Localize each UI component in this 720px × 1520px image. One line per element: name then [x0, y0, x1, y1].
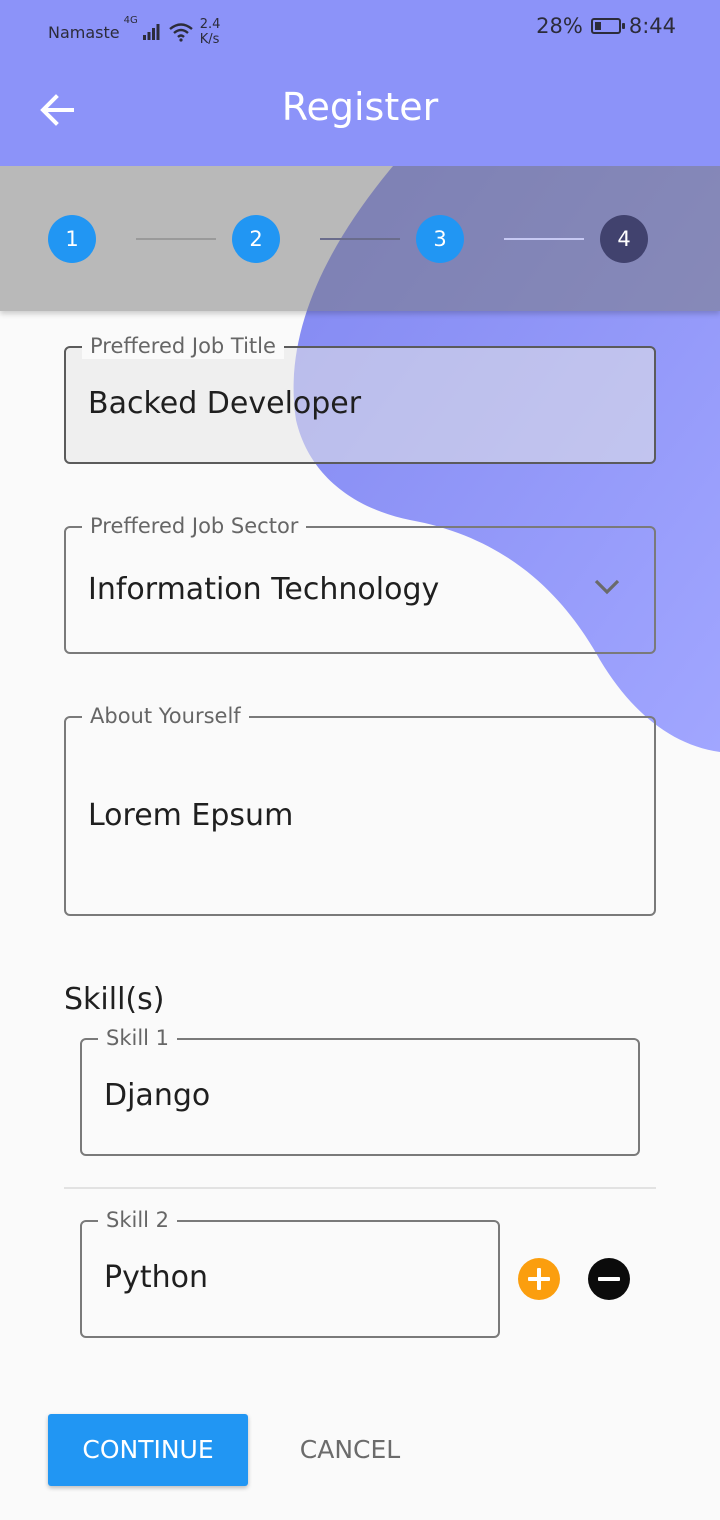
job-title-field[interactable]: Preffered Job Title Backed Developer: [64, 333, 656, 464]
clock: 8:44: [628, 14, 676, 38]
about-yourself-value: Lorem Epsum: [88, 798, 294, 833]
network-speed: 2.4 K/s: [200, 17, 221, 47]
status-left: Namaste 4G 2.4 K/s: [48, 15, 221, 47]
status-bar: Namaste 4G 2.4 K/s 28% 8:44: [0, 0, 720, 56]
step-1[interactable]: 1: [48, 215, 96, 263]
app-bar: Register: [0, 56, 720, 166]
wifi-icon: [168, 23, 193, 42]
page-title: Register: [281, 85, 439, 129]
skill-1-value: Django: [104, 1078, 211, 1113]
step-2[interactable]: 2: [232, 215, 280, 263]
battery-percent: 28%: [536, 14, 583, 38]
minus-circle-icon[interactable]: [588, 1258, 630, 1300]
step-connector: [320, 238, 400, 240]
skill-1-label: Skill 1: [98, 1025, 178, 1051]
job-title-value: Backed Developer: [88, 386, 362, 421]
skill-2-field[interactable]: Skill 2 Python: [80, 1207, 500, 1338]
skill-1-field[interactable]: Skill 1 Django: [80, 1025, 640, 1156]
status-right: 28% 8:44: [536, 14, 676, 38]
step-connector: [136, 238, 216, 240]
signal-icon: [142, 24, 160, 40]
skill-2-label: Skill 2: [98, 1207, 178, 1233]
step-3[interactable]: 3: [416, 215, 464, 263]
skill-2-value: Python: [104, 1260, 208, 1295]
network-type: 4G: [123, 15, 138, 26]
chevron-down-icon[interactable]: [592, 576, 622, 596]
battery-icon: [590, 18, 625, 34]
cancel-button[interactable]: CANCEL: [280, 1414, 420, 1486]
carrier-name: Namaste: [48, 22, 120, 42]
divider: [64, 1187, 656, 1189]
about-yourself-label: About Yourself: [82, 703, 249, 729]
job-sector-value: Information Technology: [88, 572, 440, 607]
stepper: 1 2 3 4: [0, 166, 720, 311]
speed-value: 2.4: [199, 17, 221, 32]
job-sector-select[interactable]: Preffered Job Sector Information Technol…: [64, 513, 656, 654]
skills-heading: Skill(s): [64, 982, 165, 1017]
plus-circle-icon[interactable]: [518, 1258, 560, 1300]
about-yourself-field[interactable]: About Yourself Lorem Epsum: [64, 703, 656, 916]
job-sector-label: Preffered Job Sector: [82, 513, 307, 539]
step-connector: [504, 238, 584, 240]
step-4[interactable]: 4: [600, 215, 648, 263]
job-title-label: Preffered Job Title: [82, 333, 284, 359]
speed-unit: K/s: [199, 32, 220, 47]
continue-button[interactable]: CONTINUE: [48, 1414, 248, 1486]
